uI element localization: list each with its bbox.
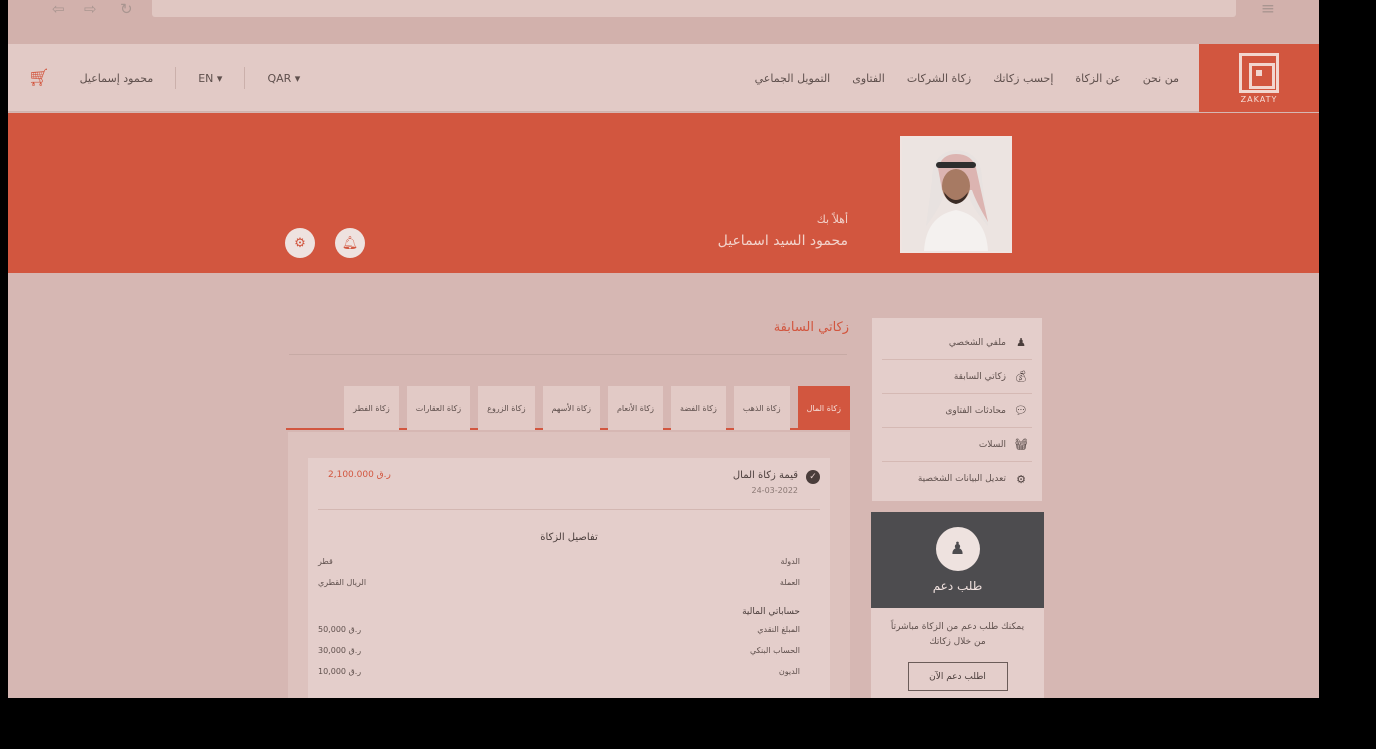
calc-value: 10,000 ر.ق (318, 667, 362, 676)
sidebar-item-label: السلات (978, 439, 1006, 450)
calc-key: المبلغ النقدي (757, 625, 800, 634)
forward-arrow-icon[interactable]: ⇨ (84, 0, 97, 18)
request-support-button[interactable]: اطلب دعم الآن (907, 662, 1008, 691)
sidebar-item-label: ملفي الشخصي (948, 337, 1006, 348)
calc-value: 50,000 ر.ق (318, 625, 362, 634)
check-icon: ✓ (806, 470, 820, 484)
detail-row: العملة الريال القطري (308, 578, 830, 599)
sidebar-item-baskets[interactable]: 🧺︎ السلات (882, 428, 1032, 462)
site-header: ZAKATY من نحن عن الزكاة إحسب زكاتك زكاة … (8, 44, 1319, 112)
notifications-button[interactable]: 🔔︎ (335, 228, 365, 258)
profile-sidebar: ♟ ملفي الشخصي 💰︎ زكاتي السابقة 💬︎ محادثا… (872, 318, 1042, 501)
header-divider (244, 67, 246, 89)
logo-text: ZAKATY (1240, 94, 1278, 104)
nav-link-about-zakat[interactable]: عن الزكاة (1075, 72, 1120, 85)
support-card: ♟ طلب دعم يمكنك طلب دعم من الزكاة مباشرت… (871, 512, 1044, 698)
sidebar-item-label: زكاتي السابقة (953, 371, 1006, 382)
gear-icon: ⚙ (294, 235, 306, 251)
detail-value: الريال القطري (318, 578, 367, 587)
tab-fitr-zakat[interactable]: زكاة الفطر (344, 386, 399, 430)
zakat-record-date: 24-03-2022 (751, 486, 799, 495)
hamburger-menu-icon[interactable]: ≡ (1261, 0, 1275, 18)
reload-icon[interactable]: ↻ (120, 0, 133, 18)
support-user-icon: ♟ (935, 527, 980, 571)
site-logo[interactable]: ZAKATY (1199, 44, 1319, 112)
header-utilities: 🛒︎ محمود إسماعيل EN ▾ QAR ▾ (28, 44, 300, 112)
profile-name: محمود السيد اسماعيل (717, 233, 848, 249)
calc-key: الحساب البنكي (749, 646, 800, 655)
zakat-record-amount: 2,100.000 ر.ق (328, 470, 391, 480)
support-card-header: ♟ طلب دعم (871, 512, 1044, 608)
cart-icon[interactable]: 🛒︎ (28, 68, 50, 88)
header-divider (175, 67, 177, 89)
zakat-record-card: ✓ قيمة زكاة المال 24-03-2022 2,100.000 ر… (308, 458, 830, 698)
calc-row: الديون 10,000 ر.ق (308, 667, 830, 688)
basket-icon: 🧺︎ (1014, 438, 1028, 451)
nav-link-companies[interactable]: زكاة الشركات (907, 72, 971, 85)
currency-select[interactable]: QAR ▾ (267, 72, 300, 85)
sidebar-item-label: محادثات الفتاوى (945, 405, 1006, 416)
zakat-record-title: قيمة زكاة المال (732, 470, 798, 481)
tab-panel: ✓ قيمة زكاة المال 24-03-2022 2,100.000 ر… (288, 432, 850, 698)
support-description: يمكنك طلب دعم من الزكاة مباشرتاً من خلال… (890, 622, 1025, 647)
sidebar-item-previous-zakat[interactable]: 💰︎ زكاتي السابقة (882, 360, 1032, 394)
detail-key: الدولة (780, 557, 800, 566)
tab-realestate-zakat[interactable]: زكاة العقارات (406, 386, 471, 430)
zakat-type-tabs: زكاة المال زكاة الذهب زكاة الفضة زكاة ال… (286, 386, 850, 430)
user-photo (902, 138, 1010, 251)
profile-banner: أهلاً بك محمود السيد اسماعيل 🔔︎ ⚙ (8, 113, 1319, 273)
nav-link-fatwas[interactable]: الفتاوى (852, 72, 885, 85)
user-menu[interactable]: محمود إسماعيل (80, 72, 154, 85)
sidebar-item-label: تعديل البيانات الشخصية (917, 474, 1006, 484)
tab-crops-zakat[interactable]: زكاة الزروع (478, 386, 535, 430)
logo-mark-icon (1239, 52, 1279, 93)
detail-value: قطر (318, 557, 333, 566)
settings-button[interactable]: ⚙ (285, 228, 315, 258)
address-bar[interactable] (152, 0, 1236, 17)
support-title: طلب دعم (932, 579, 983, 593)
greeting-label: أهلاً بك (816, 213, 848, 226)
back-arrow-icon[interactable]: ⇦ (52, 0, 65, 18)
nav-link-calculate[interactable]: إحسب زكاتك (993, 72, 1053, 85)
chat-icon: 💬︎ (1014, 404, 1028, 417)
calc-value: 30,000 ر.ق (318, 646, 362, 655)
gear-icon: ⚙ (1016, 472, 1026, 486)
main-navigation: من نحن عن الزكاة إحسب زكاتك زكاة الشركات… (755, 44, 1179, 112)
zakat-details-heading: تفاصيل الزكاة (540, 532, 598, 543)
calc-row: الحساب البنكي 30,000 ر.ق (308, 646, 830, 667)
sidebar-item-edit-profile[interactable]: ⚙ تعديل البيانات الشخصية (882, 462, 1032, 496)
tab-silver-zakat[interactable]: زكاة الفضة (671, 386, 726, 430)
calc-row: المبلغ النقدي 50,000 ر.ق (308, 625, 830, 646)
zakat-record-header[interactable]: ✓ قيمة زكاة المال 24-03-2022 2,100.000 ر… (318, 458, 820, 510)
browser-window: ⇦ ⇨ ↻ ≡ ZAKATY من نحن عن الزكاة إحسب زكا… (8, 0, 1319, 698)
nav-link-about[interactable]: من نحن (1143, 72, 1179, 85)
tab-livestock-zakat[interactable]: زكاة الأنعام (607, 386, 664, 430)
financial-accounts-heading: حساباتي المالية (742, 607, 800, 617)
title-divider (289, 354, 847, 355)
sidebar-item-fatwa-chats[interactable]: 💬︎ محادثات الفتاوى (882, 394, 1032, 428)
browser-toolbar: ⇦ ⇨ ↻ ≡ (8, 0, 1319, 44)
user-icon: ♟ (1016, 336, 1026, 349)
money-bag-icon: 💰︎ (1014, 370, 1028, 383)
tab-money-zakat[interactable]: زكاة المال (797, 386, 850, 430)
language-select[interactable]: EN ▾ (198, 72, 222, 85)
calc-key: الديون (778, 667, 800, 676)
nav-link-crowdfunding[interactable]: التمويل الجماعي (755, 72, 831, 85)
detail-row: الدولة قطر (308, 557, 830, 578)
bell-icon: 🔔︎ (341, 235, 359, 251)
detail-key: العملة (779, 578, 800, 587)
sidebar-item-profile[interactable]: ♟ ملفي الشخصي (882, 326, 1032, 360)
tab-gold-zakat[interactable]: زكاة الذهب (733, 386, 790, 430)
page-title: زكاتي السابقة (773, 320, 849, 335)
avatar (900, 136, 1012, 253)
tab-stocks-zakat[interactable]: زكاة الأسهم (542, 386, 600, 430)
